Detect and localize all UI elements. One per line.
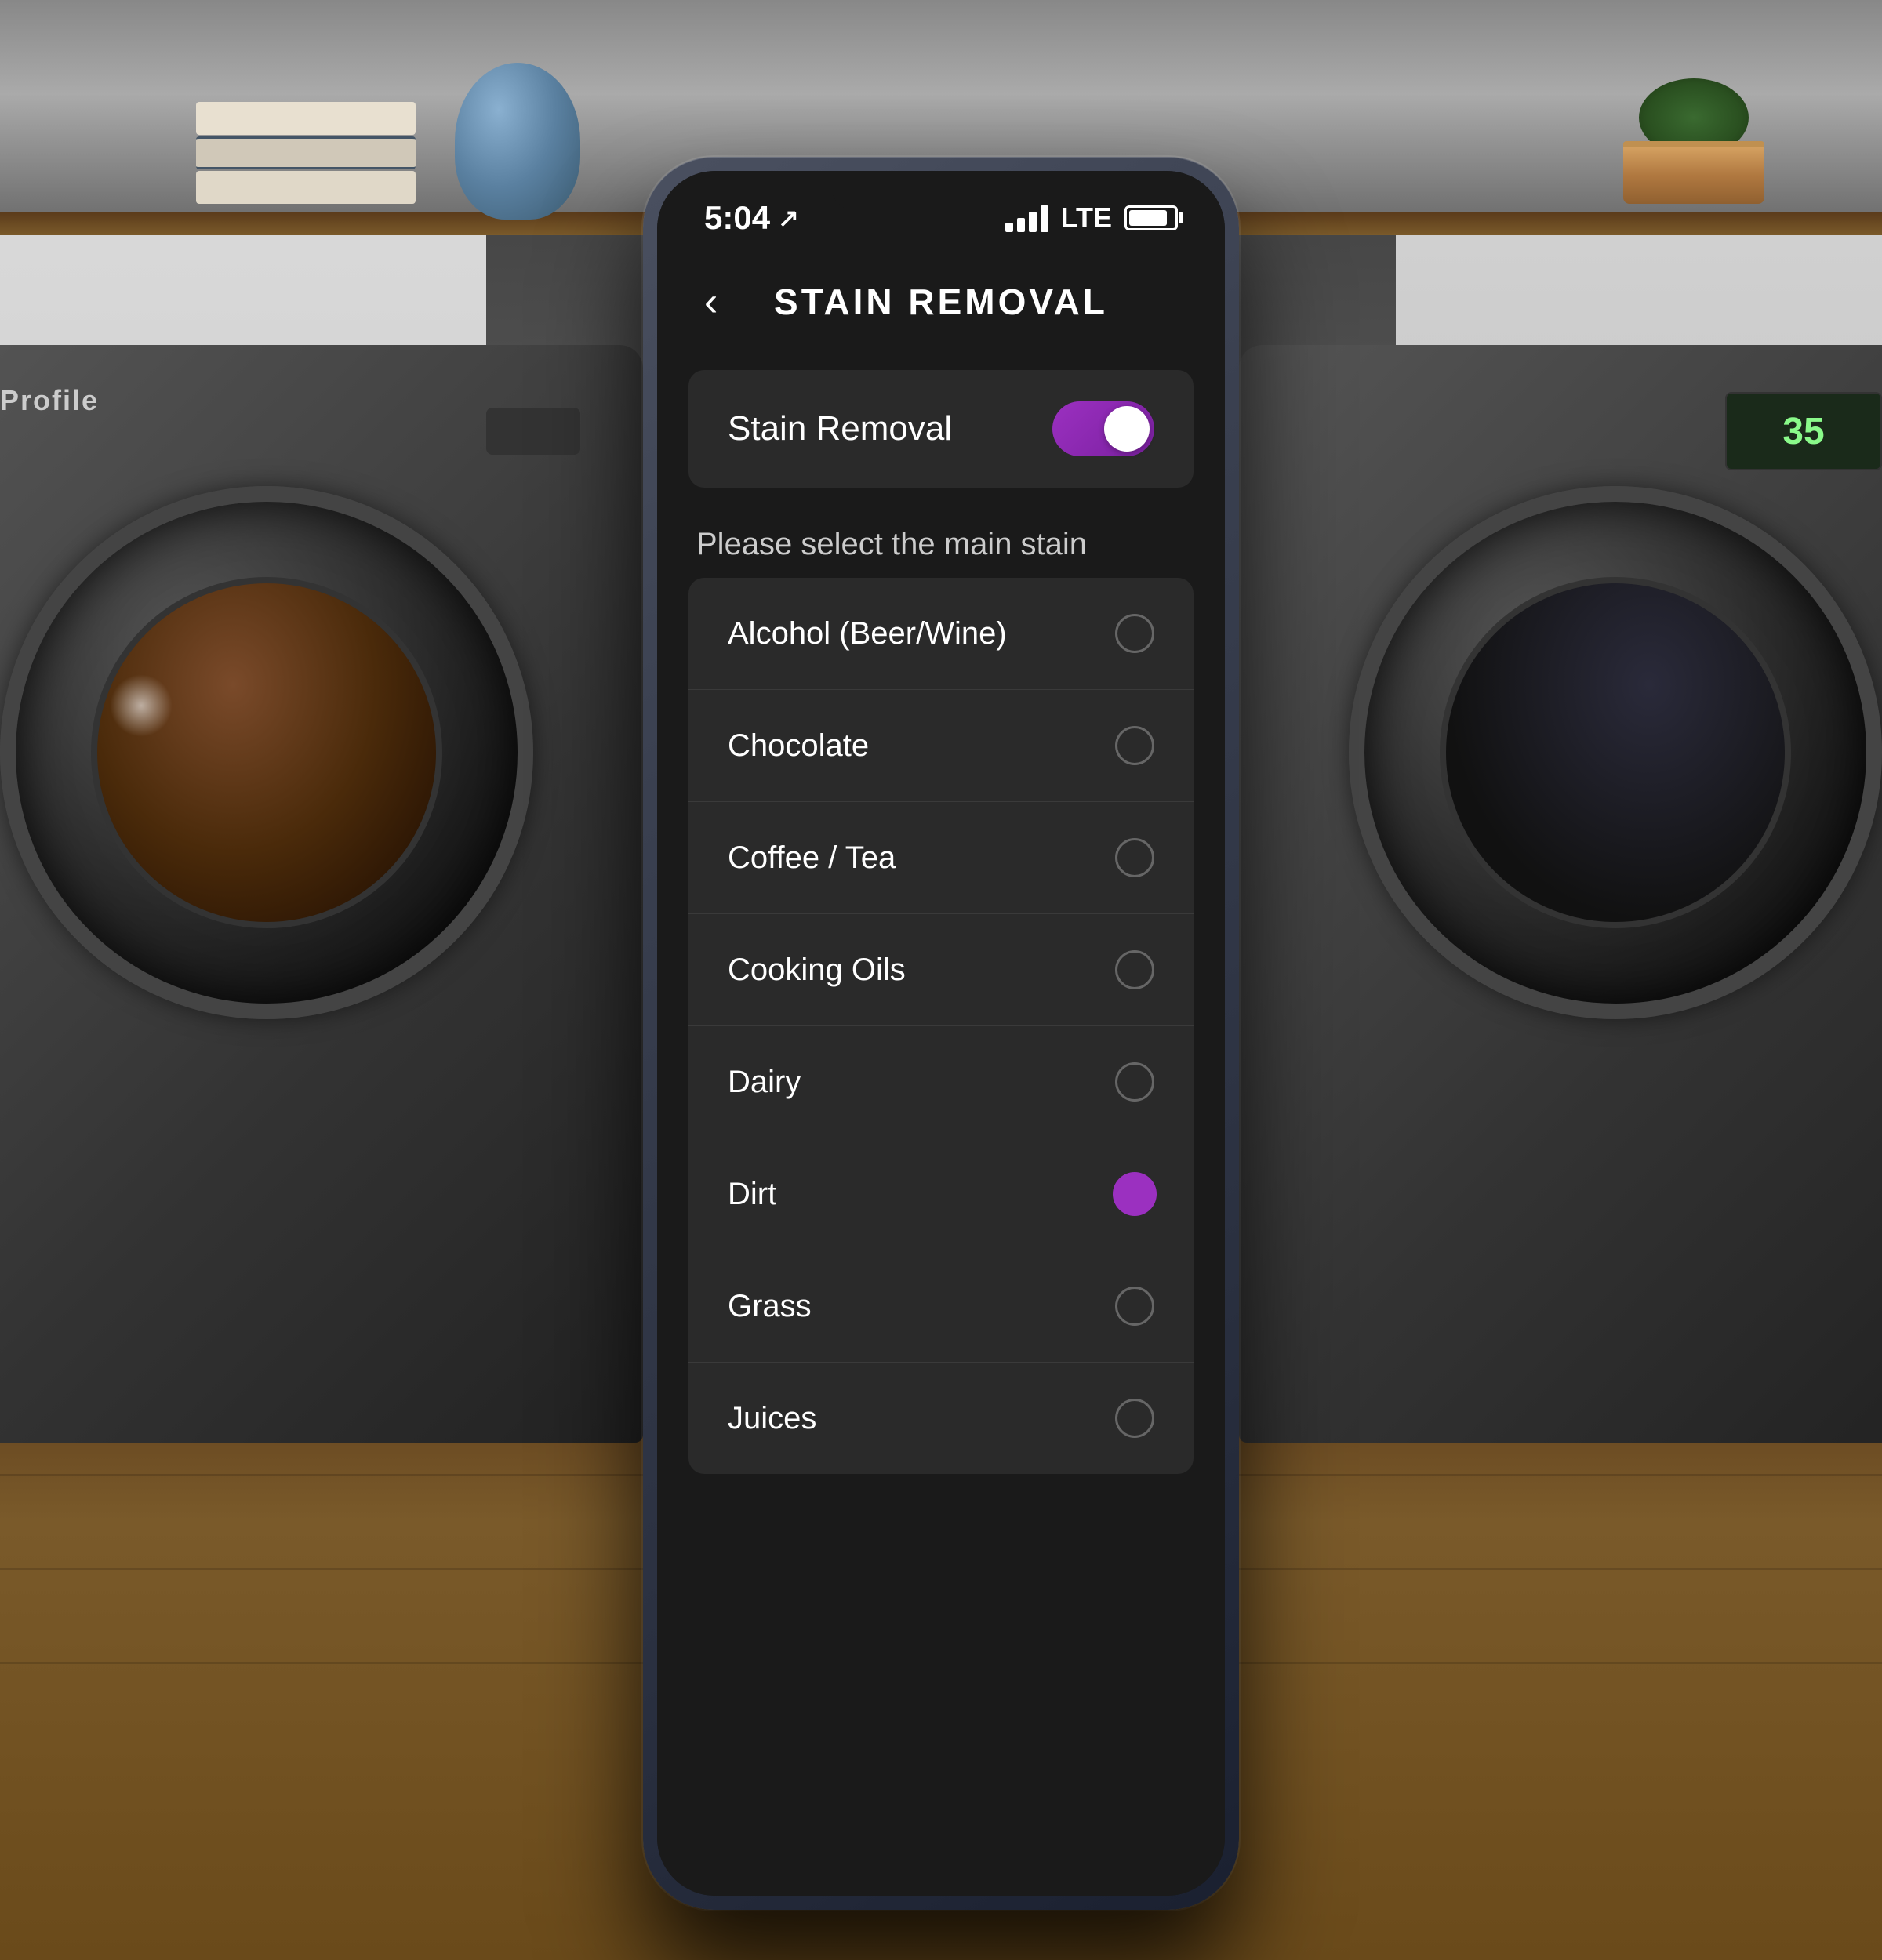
- stain-item[interactable]: Dairy: [688, 1026, 1194, 1138]
- stain-item[interactable]: Coffee / Tea: [688, 802, 1194, 914]
- stain-list: Alcohol (Beer/Wine) Chocolate Coffee / Tea…: [688, 578, 1194, 1474]
- radio-button[interactable]: [1115, 1174, 1154, 1214]
- radio-button[interactable]: [1115, 1287, 1154, 1326]
- plant-soil: [1623, 141, 1764, 204]
- stain-name: Dirt: [728, 1177, 776, 1212]
- stain-name: Dairy: [728, 1065, 801, 1100]
- towel-3: [196, 171, 416, 204]
- stain-item[interactable]: Juices: [688, 1363, 1194, 1474]
- stain-name: Juices: [728, 1401, 816, 1436]
- plant-pot: [1623, 78, 1764, 204]
- signal-bar-2: [1017, 218, 1025, 232]
- washer-left-logo: Profile: [0, 384, 99, 417]
- phone-outer: 5:04 ↗ LTE: [643, 157, 1239, 1910]
- washer-left-door: [0, 486, 533, 1019]
- stain-name: Grass: [728, 1289, 812, 1324]
- radio-button[interactable]: [1115, 614, 1154, 653]
- towel-stack: [196, 102, 416, 204]
- washer-right-door: [1349, 486, 1882, 1019]
- washer-right-door-inner: [1440, 577, 1791, 928]
- stain-name: Cooking Oils: [728, 953, 906, 988]
- phone-wrapper: 5:04 ↗ LTE: [643, 157, 1239, 1910]
- radio-button[interactable]: [1115, 950, 1154, 989]
- towel-2: [196, 136, 416, 169]
- stain-item[interactable]: Chocolate: [688, 690, 1194, 802]
- radio-button[interactable]: [1115, 838, 1154, 877]
- toggle-row: Stain Removal: [688, 370, 1194, 488]
- radio-button[interactable]: [1115, 1399, 1154, 1438]
- stain-name: Chocolate: [728, 728, 869, 764]
- page-title: STAIN REMOVAL: [774, 281, 1108, 323]
- washer-left: Profile: [0, 345, 643, 1443]
- washer-left-shine: [110, 674, 173, 737]
- washer-right-display: 35: [1725, 392, 1882, 470]
- stain-name: Alcohol (Beer/Wine): [728, 616, 1007, 652]
- app-content: ‹ STAIN REMOVAL Stain Removal Please sel…: [657, 249, 1225, 1896]
- jug: [455, 63, 580, 220]
- notch: [831, 171, 1051, 210]
- stain-item[interactable]: Alcohol (Beer/Wine): [688, 578, 1194, 690]
- toggle-label: Stain Removal: [728, 409, 952, 448]
- washer-right: 35: [1239, 345, 1882, 1443]
- back-button[interactable]: ‹: [704, 278, 718, 325]
- section-label: Please select the main stain: [657, 511, 1225, 578]
- radio-button[interactable]: [1115, 726, 1154, 765]
- stain-item[interactable]: Dirt: [688, 1138, 1194, 1250]
- radio-button[interactable]: [1115, 1062, 1154, 1102]
- app-header: ‹ STAIN REMOVAL: [657, 249, 1225, 347]
- stain-item[interactable]: Cooking Oils: [688, 914, 1194, 1026]
- washer-left-door-inner: [91, 577, 442, 928]
- battery-icon: [1124, 205, 1178, 230]
- stain-item[interactable]: Grass: [688, 1250, 1194, 1363]
- signal-bar-1: [1005, 223, 1013, 232]
- stain-name: Coffee / Tea: [728, 840, 896, 876]
- toggle-knob: [1104, 406, 1150, 452]
- towel-1: [196, 102, 416, 135]
- status-time: 5:04 ↗: [704, 199, 799, 237]
- washer-left-control: [486, 408, 580, 455]
- stain-removal-toggle[interactable]: [1052, 401, 1154, 456]
- location-arrow-icon: ↗: [778, 203, 799, 233]
- signal-bar-4: [1041, 205, 1048, 232]
- time-label: 5:04: [704, 199, 770, 237]
- signal-bar-3: [1029, 212, 1037, 232]
- battery-fill: [1129, 210, 1167, 226]
- lte-label: LTE: [1061, 201, 1112, 234]
- phone-screen: 5:04 ↗ LTE: [657, 171, 1225, 1896]
